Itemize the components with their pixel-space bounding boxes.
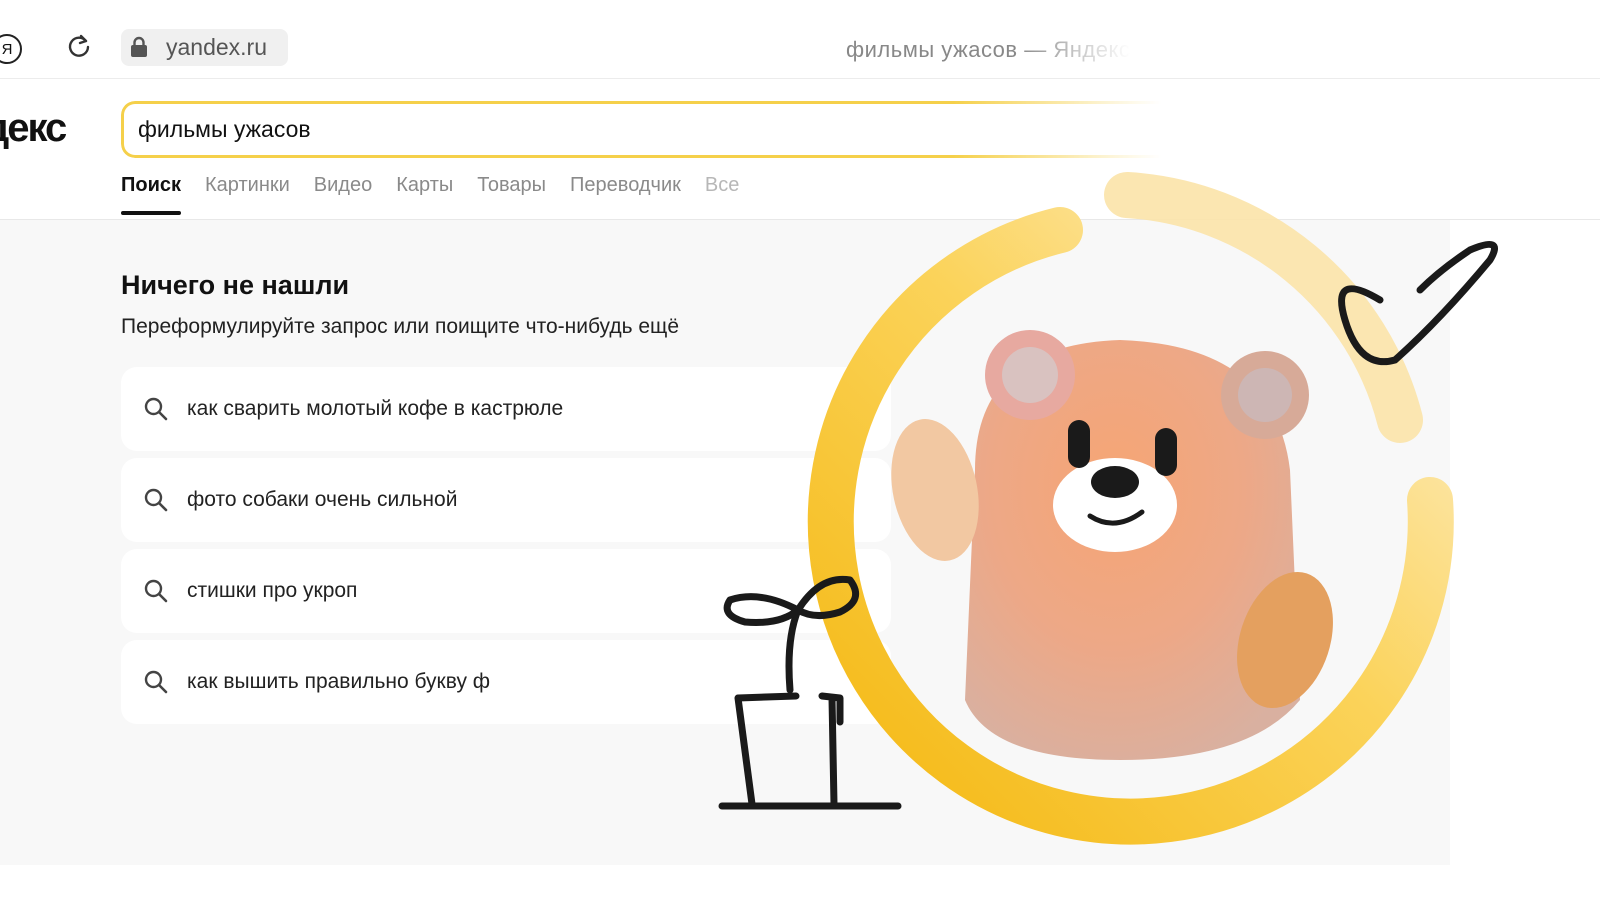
tab-images[interactable]: Картинки [205,174,290,215]
search-icon [144,397,168,421]
suggestion-text: стишки про укроп [187,579,358,602]
suggestion-text: как вышить правильно букву ф [187,670,491,693]
yandex-button-label: Я [1,40,13,58]
suggestion-item[interactable]: как вышить правильно букву ф [121,640,891,724]
search-icon [144,488,168,512]
tab-search[interactable]: Поиск [121,174,182,215]
tab-all[interactable]: Все [705,174,739,215]
reload-icon[interactable] [66,33,92,59]
suggestion-item[interactable]: фото собаки очень сильной [121,458,891,542]
address-bar-url: yandex.ru [166,34,268,60]
not-found-subtitle: Переформулируйте запрос или поищите что-… [121,315,679,338]
tab-translator[interactable]: Переводчик [570,174,681,215]
search-icon [144,670,168,694]
search-input[interactable] [138,116,838,143]
suggestion-text: фото собаки очень сильной [187,488,458,511]
not-found-title: Ничего не нашли [121,270,350,300]
yandex-logo[interactable]: Яндекс [0,106,130,151]
lock-icon [131,36,147,57]
search-tabs: Поиск Картинки Видео Карты Товары Перево… [121,174,739,215]
logo-text: Яндекс [0,106,67,150]
suggestion-text: как сварить молотый кофе в кастрюле [187,397,564,420]
browser-toolbar: Я yandex.ru фильмы ужасов — Яндекс [0,0,1600,79]
yandex-icon[interactable]: Я [0,34,22,64]
search-icon [144,579,168,603]
tab-maps[interactable]: Карты [396,174,453,215]
tab-video[interactable]: Видео [314,174,372,215]
suggestion-item[interactable]: как сварить молотый кофе в кастрюле [121,367,891,451]
tab-products[interactable]: Товары [477,174,546,215]
browser-tab-title[interactable]: фильмы ужасов — Яндекс [846,37,1130,63]
suggestion-item[interactable]: стишки про укроп [121,549,891,633]
